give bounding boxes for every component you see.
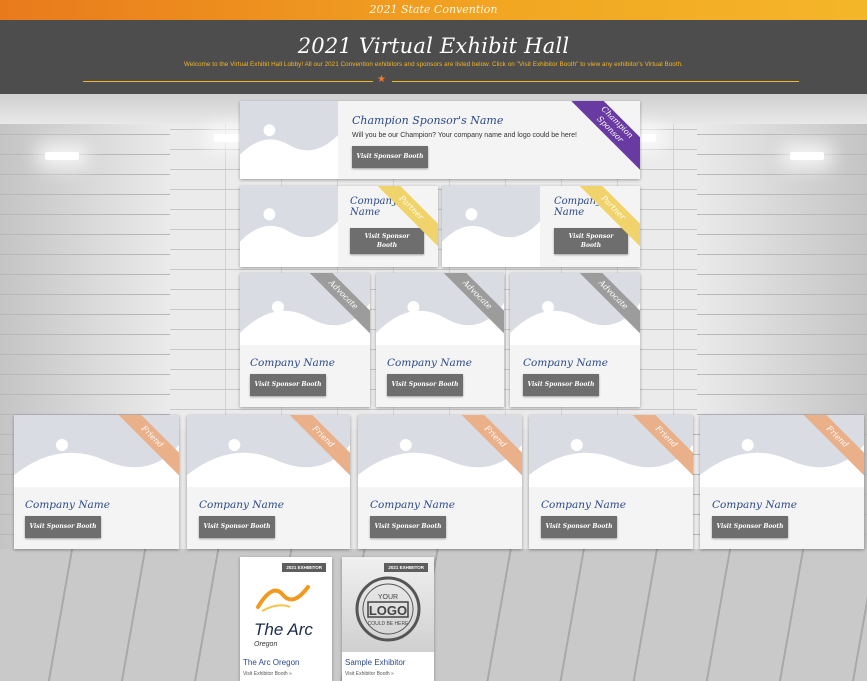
button-line-2: Booth [376, 242, 398, 249]
logo-main-text: The Arc [254, 620, 313, 639]
friend-card: Company Name Visit Sponsor Booth Friend [700, 415, 864, 549]
company-name: Company Name [387, 357, 472, 369]
button-line-2: Booth [580, 242, 602, 249]
placeholder-image [442, 186, 540, 267]
welcome-text: Welcome to the Virtual Exhibit Hall Lobb… [184, 61, 683, 68]
ceiling-light [790, 152, 824, 160]
exhibitor-badge: 2021 EXHIBITOR [282, 563, 326, 572]
company-name: Company Name [370, 499, 455, 511]
divider-left [83, 81, 373, 82]
visit-sponsor-booth-button[interactable]: Visit Sponsor Booth [199, 516, 275, 538]
logo-sub-text: Oregon [254, 641, 277, 648]
visit-sponsor-booth-button[interactable]: Visit Sponsor Booth [370, 516, 446, 538]
ceiling-light [45, 152, 79, 160]
visit-sponsor-booth-button[interactable]: Visit Sponsor Booth [25, 516, 101, 538]
exhibitor-tile[interactable]: 2021 EXHIBITOR The Arc Oregon The Arc Or… [240, 557, 332, 681]
company-name: Company Name [25, 499, 110, 511]
friend-card: Company Name Visit Sponsor Booth Friend [14, 415, 179, 549]
friend-card: Company Name Visit Sponsor Booth Friend [529, 415, 693, 549]
friend-card: Company Name Visit Sponsor Booth Friend [358, 415, 522, 549]
advocate-card: Company Name Visit Sponsor Booth Advocat… [240, 273, 370, 407]
visit-sponsor-booth-button[interactable]: Visit Sponsor Booth [712, 516, 788, 538]
partner-card: Company Name Visit Sponsor Booth Partner [240, 186, 438, 267]
company-name: Company Name [250, 357, 335, 369]
convention-banner: 2021 State Convention [0, 0, 867, 20]
company-name: Company Name [523, 357, 608, 369]
company-name-line-2: Name [554, 207, 585, 218]
convention-title: 2021 State Convention [369, 3, 498, 16]
page-header: 2021 Virtual Exhibit Hall Welcome to the… [0, 20, 867, 94]
page-title: 2021 Virtual Exhibit Hall [297, 34, 570, 58]
visit-sponsor-booth-button[interactable]: Visit Sponsor Booth [554, 228, 628, 254]
company-name: Company Name [541, 499, 626, 511]
champion-ribbon: Champion Sponsor [565, 101, 640, 174]
visit-exhibitor-booth-link[interactable]: Visit Exhibitor Booth » [243, 671, 292, 677]
company-name: Company Name [712, 499, 797, 511]
logo-line-1: YOUR [378, 594, 398, 601]
visit-sponsor-booth-button[interactable]: Visit Sponsor Booth [250, 374, 326, 396]
logo-line-2: LOGO [369, 603, 407, 618]
visit-sponsor-booth-button[interactable]: Visit Sponsor Booth [350, 228, 424, 254]
company-name: Company Name [199, 499, 284, 511]
champion-description: Will you be our Champion? Your company n… [352, 132, 577, 139]
star-icon: ★ [377, 74, 386, 85]
visit-champion-booth-button[interactable]: Visit Sponsor Booth [352, 146, 428, 168]
button-line-1: Visit Sponsor [364, 233, 410, 240]
exhibitor-tile[interactable]: 2021 EXHIBITOR YOUR LOGO COULD BE HERE S… [342, 557, 434, 681]
company-name-line-2: Name [350, 207, 381, 218]
exhibitor-name: The Arc Oregon [243, 658, 300, 667]
visit-sponsor-booth-button[interactable]: Visit Sponsor Booth [541, 516, 617, 538]
visit-sponsor-booth-button[interactable]: Visit Sponsor Booth [523, 374, 599, 396]
placeholder-image [240, 186, 338, 267]
the-arc-logo: The Arc Oregon [254, 585, 313, 648]
friend-card: Company Name Visit Sponsor Booth Friend [187, 415, 350, 549]
placeholder-image [240, 101, 338, 179]
button-line-1: Visit Sponsor [568, 233, 614, 240]
partner-card: Company Name Visit Sponsor Booth Partner [442, 186, 640, 267]
divider-right [392, 81, 799, 82]
advocate-card: Company Name Visit Sponsor Booth Advocat… [376, 273, 504, 407]
champion-name: Champion Sponsor's Name [352, 114, 504, 127]
exhibitor-name: Sample Exhibitor [345, 658, 406, 667]
visit-sponsor-booth-button[interactable]: Visit Sponsor Booth [387, 374, 463, 396]
your-logo-placeholder: YOUR LOGO COULD BE HERE [355, 576, 421, 642]
exhibitor-badge: 2021 EXHIBITOR [384, 563, 428, 572]
visit-exhibitor-booth-link[interactable]: Visit Exhibitor Booth » [345, 671, 394, 677]
champion-sponsor-card: Champion Sponsor's Name Will you be our … [240, 101, 640, 179]
advocate-card: Company Name Visit Sponsor Booth Advocat… [510, 273, 640, 407]
logo-line-3: COULD BE HERE [368, 621, 410, 627]
